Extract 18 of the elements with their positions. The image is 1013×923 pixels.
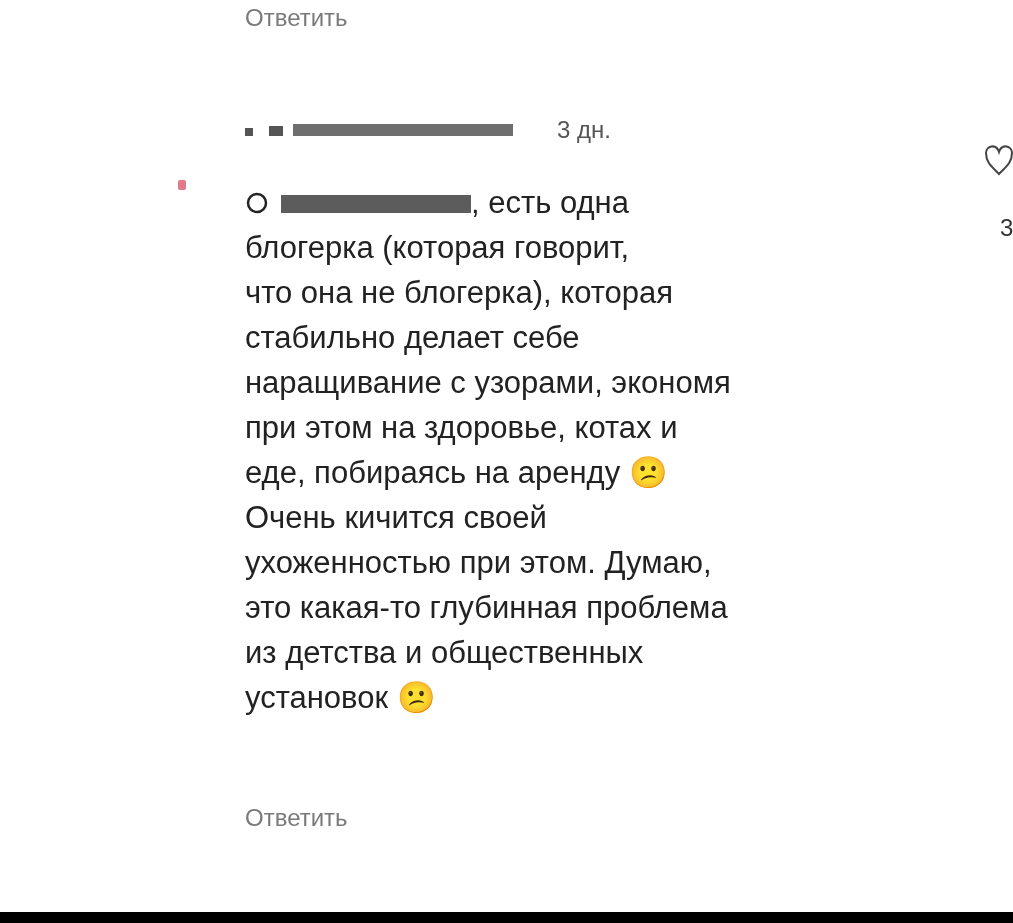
comment-line: что она не блогерка), которая — [245, 274, 674, 312]
mention-icon — [245, 190, 269, 215]
marker-icon — [178, 180, 186, 190]
comment-line: еде, побираясь на аренду 😕 — [245, 454, 668, 492]
comment-line: Очень кичится своей — [245, 499, 547, 537]
comment-line: это какая-то глубинная проблема — [245, 589, 728, 627]
comment-line: из детства и общественных — [245, 634, 644, 672]
like-count: 3 — [1000, 213, 1013, 243]
comment-line: , есть одна — [471, 184, 629, 222]
comment-line: стабильно делает себе — [245, 319, 580, 357]
comment-line: блогерка (которая говорит, — [245, 229, 630, 267]
comment-line: наращивание с узорами, экономя — [245, 364, 731, 402]
reply-link[interactable]: Ответить — [245, 804, 348, 831]
comment-line: установок 😕 — [245, 679, 436, 717]
comment-line: при этом на здоровье, котах и — [245, 409, 678, 447]
comment-line: ухоженностью при этом. Думаю, — [245, 544, 712, 582]
reply-link[interactable]: Ответить — [245, 4, 348, 31]
comment-time: 3 дн. — [557, 115, 611, 145]
